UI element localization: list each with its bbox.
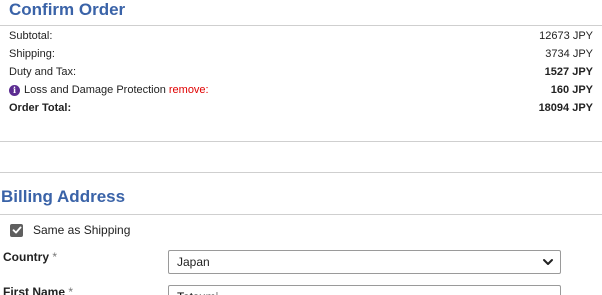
country-select-value: Japan (177, 255, 210, 269)
subtotal-label: Subtotal: (9, 30, 53, 42)
remove-protection-link[interactable]: remove: (169, 84, 209, 96)
country-label-text: Country (3, 250, 49, 264)
protection-label-group: i Loss and Damage Protection remove: (9, 84, 209, 96)
chevron-down-icon (543, 259, 553, 265)
shipping-value: 3734 JPY (545, 48, 593, 60)
divider (0, 172, 602, 173)
order-total-label: Order Total: (9, 102, 72, 114)
protection-value: 160 JPY (550, 84, 593, 96)
info-icon[interactable]: i (9, 84, 20, 96)
protection-label: Loss and Damage Protection (24, 84, 166, 96)
duty-tax-row: Duty and Tax: 1527 JPY (9, 63, 593, 81)
shipping-row: Shipping: 3734 JPY (9, 45, 593, 63)
same-as-shipping-checkbox[interactable] (10, 223, 23, 237)
divider (0, 141, 602, 142)
subtotal-value: 12673 JPY (539, 30, 593, 42)
protection-row: i Loss and Damage Protection remove: 160… (9, 81, 593, 99)
duty-tax-label: Duty and Tax: (9, 66, 77, 78)
shipping-label: Shipping: (9, 48, 55, 60)
country-label: Country * (3, 250, 57, 264)
required-mark: * (68, 285, 74, 295)
checkmark-icon (12, 226, 21, 234)
section-divider (0, 214, 602, 215)
required-mark: * (52, 250, 58, 264)
duty-tax-value: 1527 JPY (544, 66, 593, 78)
section-divider (0, 25, 602, 26)
order-total-value: 18094 JPY (538, 102, 593, 114)
country-select[interactable]: Japan (168, 250, 561, 274)
first-name-input[interactable] (168, 285, 561, 295)
same-as-shipping-option[interactable]: Same as Shipping (10, 223, 130, 237)
same-as-shipping-label: Same as Shipping (33, 223, 131, 237)
subtotal-row: Subtotal: 12673 JPY (9, 27, 593, 45)
first-name-label: First Name * (3, 285, 73, 295)
billing-address-title: Billing Address (1, 187, 126, 206)
first-name-label-text: First Name (3, 285, 66, 295)
confirm-order-title: Confirm Order (9, 0, 126, 19)
order-total-row: Order Total: 18094 JPY (9, 99, 593, 117)
